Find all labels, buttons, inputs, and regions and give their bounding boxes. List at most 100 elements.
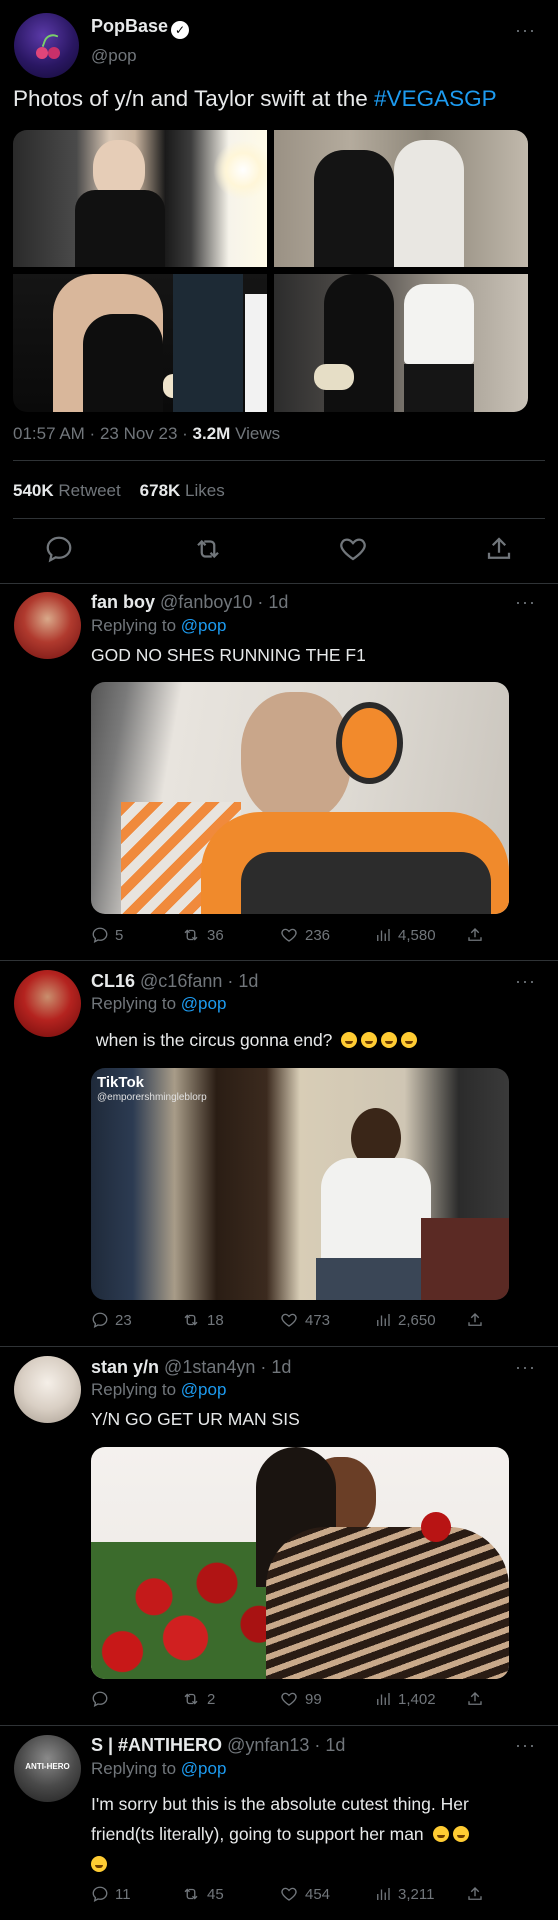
weary-face-emoji-icon (381, 1032, 398, 1048)
reply-author-handle: @fanboy10 (160, 592, 253, 612)
tweet-meta: 01:57 AM · 23 Nov 23 · 3.2M Views (13, 424, 281, 443)
share-icon (468, 1692, 482, 1705)
hashtag-link[interactable]: #VEGASGP (374, 86, 497, 111)
share-icon (468, 928, 482, 941)
crying-face-emoji-icon (91, 1856, 107, 1872)
reply-icon (92, 927, 108, 944)
heart-icon (281, 928, 297, 942)
retweet-icon[interactable] (193, 534, 223, 564)
weary-face-emoji-icon (401, 1032, 418, 1048)
replying-to: Replying to @pop (91, 616, 226, 636)
mention-link[interactable]: @pop (181, 1759, 227, 1778)
photo-2[interactable] (274, 130, 528, 267)
reply-count-button[interactable]: 23 (91, 1311, 132, 1329)
divider (0, 960, 558, 961)
mention-link[interactable]: @pop (181, 1380, 227, 1399)
views-count: 3,211 (398, 1885, 435, 1903)
heart-icon[interactable] (338, 534, 368, 564)
heart-icon (281, 1887, 297, 1901)
views-button[interactable]: 2,650 (374, 1311, 436, 1329)
avatar[interactable] (14, 592, 81, 659)
like-button[interactable]: 236 (279, 926, 330, 944)
mention-link[interactable]: @pop (181, 616, 227, 635)
reply-count: 23 (115, 1311, 132, 1329)
share-icon (468, 1313, 482, 1326)
reply-age: 1d (268, 592, 289, 612)
photo-4[interactable] (274, 274, 528, 412)
reply-icon[interactable] (44, 534, 74, 564)
author-handle[interactable]: @pop (91, 46, 137, 66)
tweet-text: Photos of y/n and Taylor swift at the #V… (13, 86, 497, 112)
more-options-icon[interactable]: ··· (515, 20, 536, 41)
retweet-icon (184, 929, 198, 941)
replying-to: Replying to @pop (91, 1380, 226, 1400)
divider (0, 1725, 558, 1726)
author-name[interactable]: PopBase ✓ (91, 16, 190, 39)
views-button[interactable]: 4,580 (374, 926, 436, 944)
photo-grid[interactable] (13, 130, 528, 412)
reply-stats: 23 18 473 2,650 (91, 1311, 509, 1337)
retweet-count: 18 (207, 1311, 224, 1329)
likes-count-link[interactable]: 678K Likes (140, 481, 225, 500)
cherry-logo-icon (34, 31, 62, 59)
avatar[interactable] (14, 13, 79, 78)
reply-count-button[interactable]: 11 (91, 1885, 131, 1903)
retweet-button[interactable]: 2 (181, 1690, 215, 1708)
share-button[interactable] (466, 926, 484, 944)
reply-age: 1d (238, 971, 259, 991)
replying-label: Replying to (91, 1759, 177, 1778)
like-button[interactable]: 473 (279, 1311, 330, 1329)
views-button[interactable]: 1,402 (374, 1690, 436, 1708)
views-button[interactable]: 3,211 (374, 1885, 434, 1903)
reply-icon (92, 1691, 108, 1708)
share-button[interactable] (466, 1885, 484, 1903)
reply-text: GOD NO SHES RUNNING THE F1 (91, 645, 366, 665)
more-options-icon[interactable]: ··· (515, 1357, 536, 1378)
reply-text: I'm sorry but this is the absolute cutes… (91, 1789, 469, 1879)
views-count: 4,580 (398, 926, 436, 944)
retweet-button[interactable]: 18 (181, 1311, 224, 1329)
share-button[interactable] (466, 1311, 484, 1329)
reply-count-button[interactable] (91, 1690, 115, 1708)
reply-stats: 11 45 454 3,211 (91, 1885, 509, 1911)
reply-author[interactable]: CL16 @c16fann · 1d (91, 971, 258, 992)
share-icon[interactable] (484, 534, 514, 564)
retweet-button[interactable]: 45 (181, 1885, 224, 1903)
like-button[interactable]: 454 (279, 1885, 330, 1903)
more-options-icon[interactable]: ··· (515, 592, 536, 613)
replying-label: Replying to (91, 1380, 177, 1399)
retweet-count: 45 (207, 1885, 224, 1903)
divider (13, 460, 545, 461)
views-count: 1,402 (398, 1690, 436, 1708)
like-button[interactable]: 99 (279, 1690, 322, 1708)
avatar-text: ANTI-HERO (25, 1762, 70, 1771)
retweet-count-link[interactable]: 540K Retweet (13, 481, 121, 500)
mention-link[interactable]: @pop (181, 994, 227, 1013)
more-options-icon[interactable]: ··· (515, 1735, 536, 1756)
divider (13, 518, 545, 519)
reply-age: 1d (325, 1735, 346, 1755)
reply-media[interactable] (91, 1447, 509, 1679)
retweet-count: 2 (207, 1690, 216, 1708)
more-options-icon[interactable]: ··· (515, 971, 536, 992)
photo-1[interactable] (13, 130, 267, 267)
reply-author[interactable]: S | #ANTIHERO @ynfan13 · 1d (91, 1735, 345, 1756)
reply-media[interactable] (91, 682, 509, 914)
photo-3[interactable] (13, 274, 267, 412)
retweet-button[interactable]: 36 (181, 926, 224, 944)
retweet-icon (184, 1693, 198, 1705)
reply-text: Y/N GO GET UR MAN SIS (91, 1409, 300, 1429)
reply-media[interactable]: TikTok @emporershmingleblorp (91, 1068, 509, 1300)
divider (0, 1346, 558, 1347)
reply-author[interactable]: fan boy @fanboy10 · 1d (91, 592, 288, 613)
avatar[interactable] (14, 970, 81, 1037)
avatar[interactable]: ANTI-HERO (14, 1735, 81, 1802)
replying-label: Replying to (91, 616, 177, 635)
share-button[interactable] (466, 1690, 484, 1708)
reply-author[interactable]: stan y/n @1stan4yn · 1d (91, 1357, 291, 1378)
reply-count-button[interactable]: 5 (91, 926, 123, 944)
avatar[interactable] (14, 1356, 81, 1423)
reply-author-name: fan boy (91, 592, 156, 612)
heart-icon (281, 1313, 297, 1327)
reply-author-handle: @ynfan13 (227, 1735, 310, 1755)
